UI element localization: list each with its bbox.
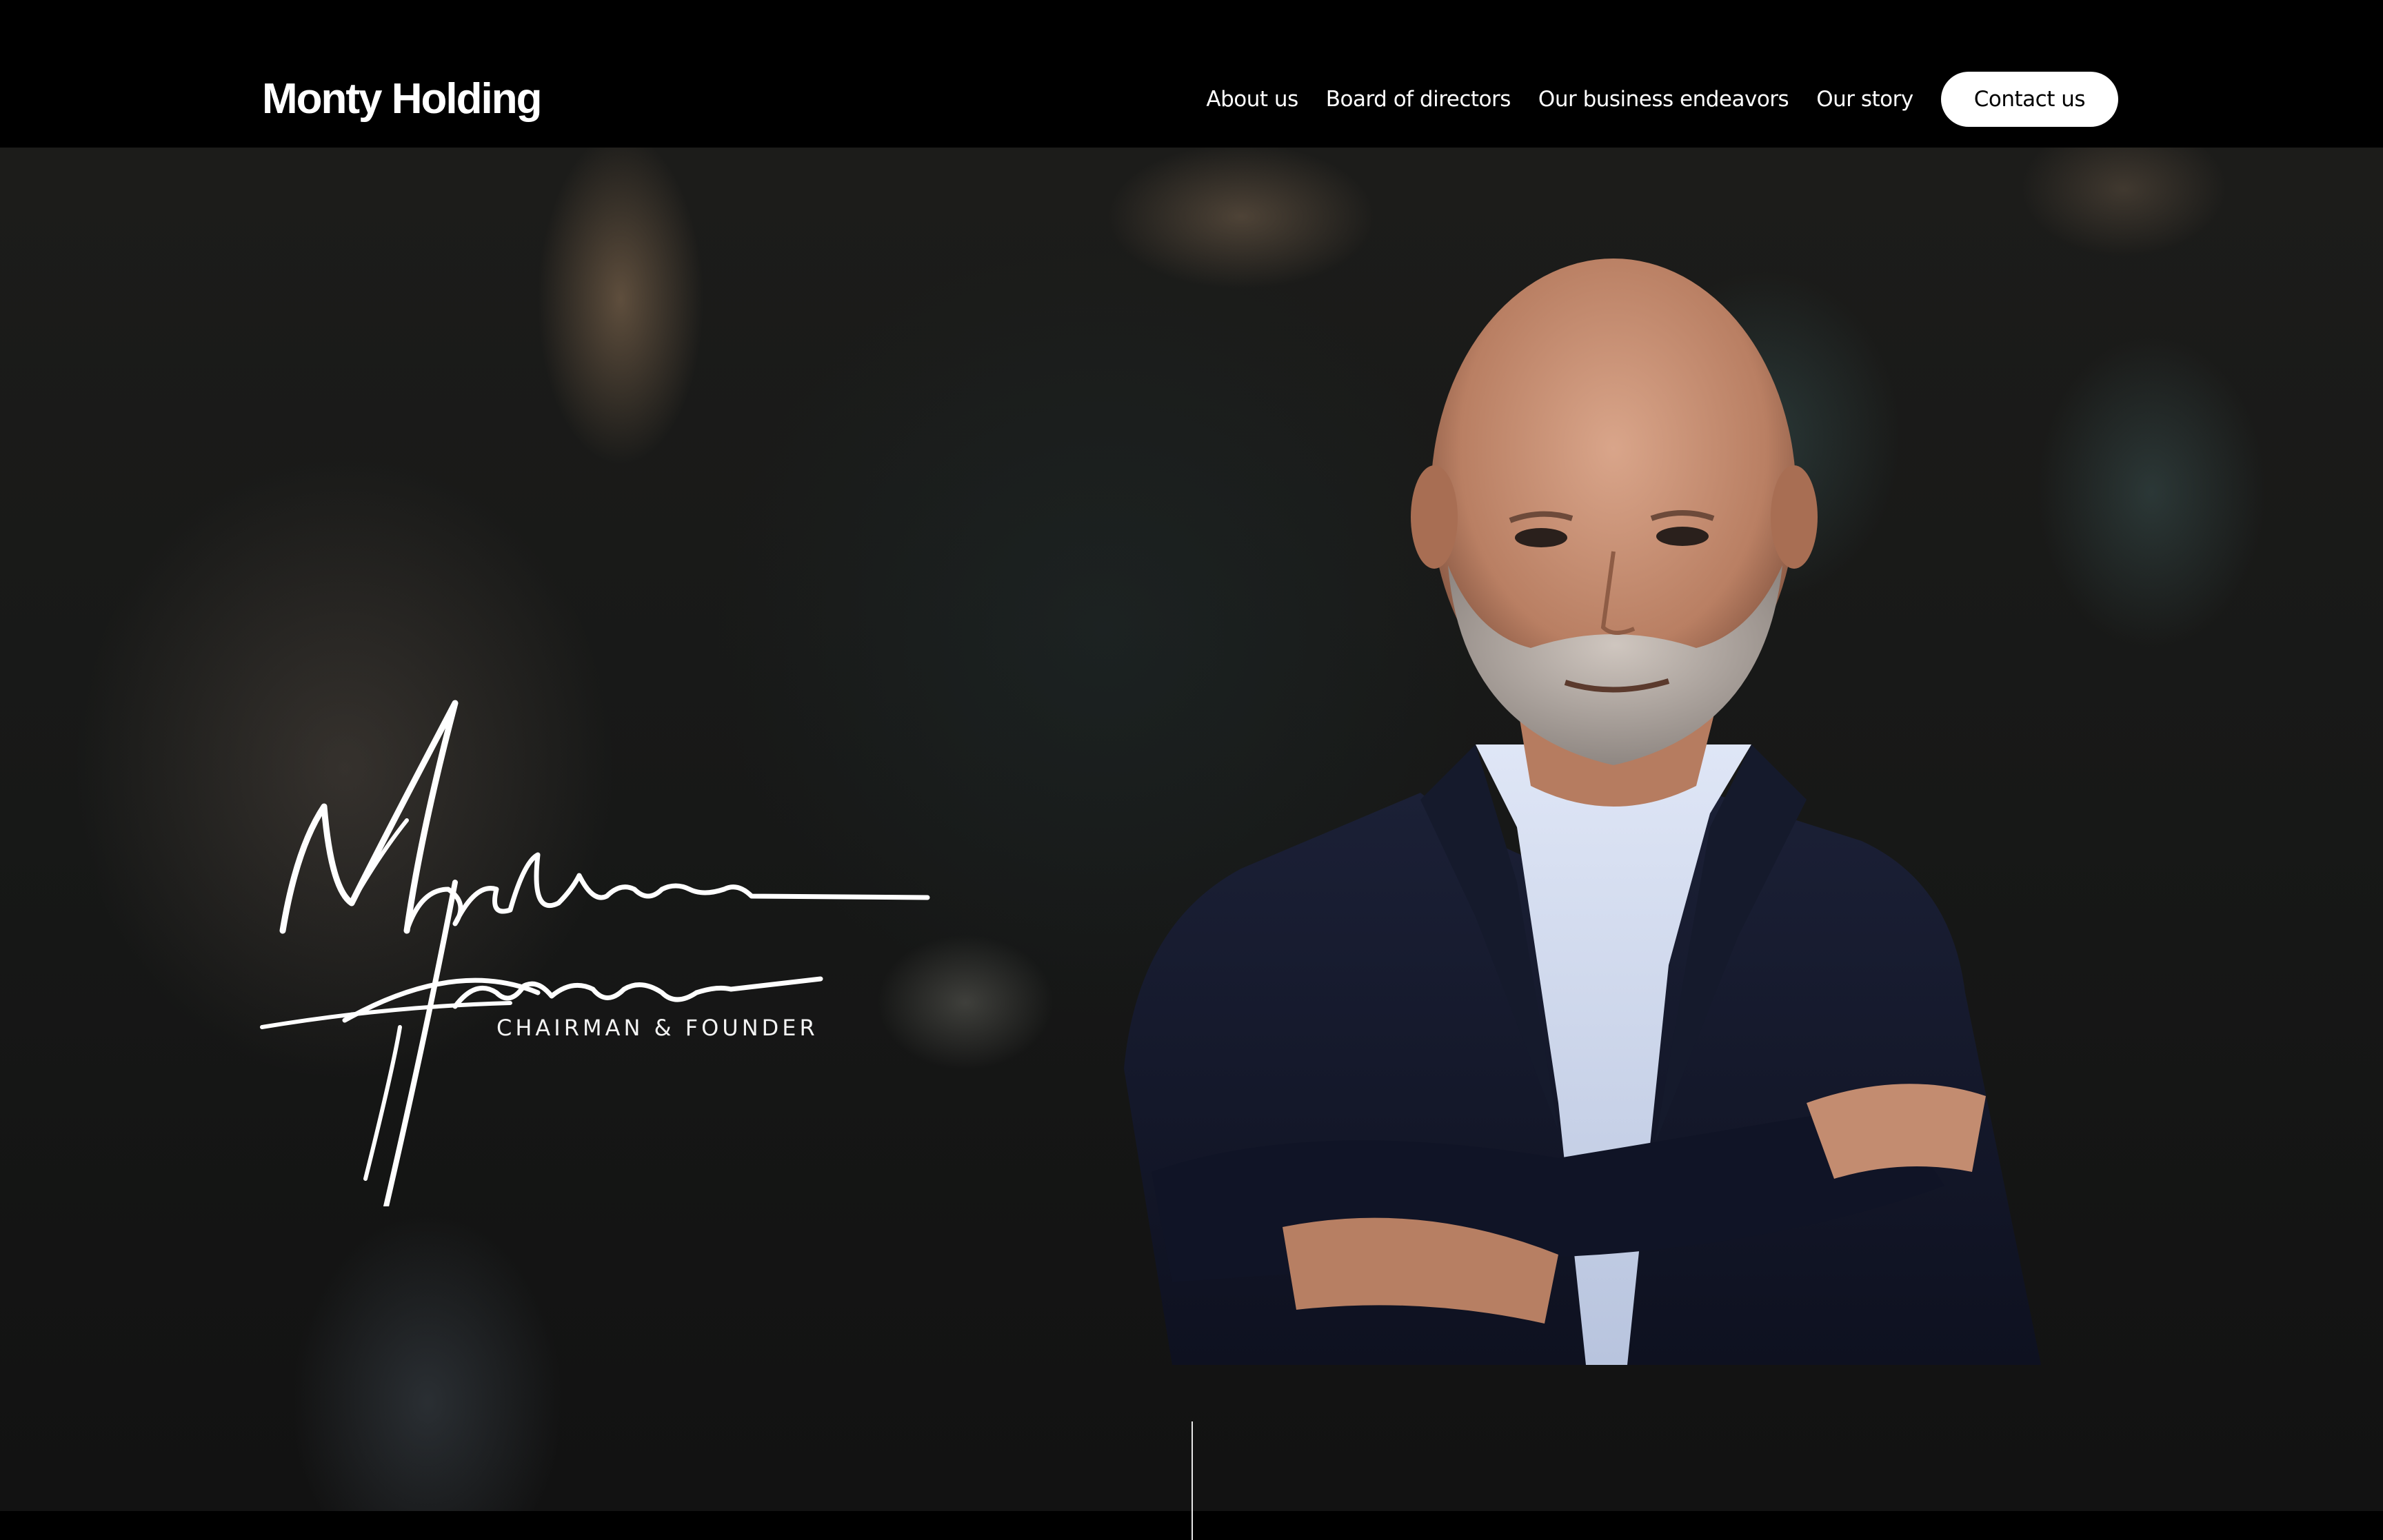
nav-our-story[interactable]: Our story [1816, 87, 1913, 112]
brand-logo[interactable]: Monty Holding [262, 72, 542, 127]
nav-business-endeavors[interactable]: Our business endeavors [1538, 87, 1789, 112]
scroll-indicator-line [1192, 1421, 1193, 1540]
founder-portrait [1124, 259, 2041, 1365]
main-nav: About us Board of directors Our business… [1206, 72, 2118, 127]
contact-us-button[interactable]: Contact us [1940, 72, 2118, 127]
nav-about-us[interactable]: About us [1206, 87, 1298, 112]
founder-signature [260, 700, 930, 1206]
founder-title: CHAIRMAN & FOUNDER [496, 1015, 818, 1041]
nav-board-of-directors[interactable]: Board of directors [1326, 87, 1511, 112]
site-header: Monty Holding About us Board of director… [0, 0, 2383, 148]
